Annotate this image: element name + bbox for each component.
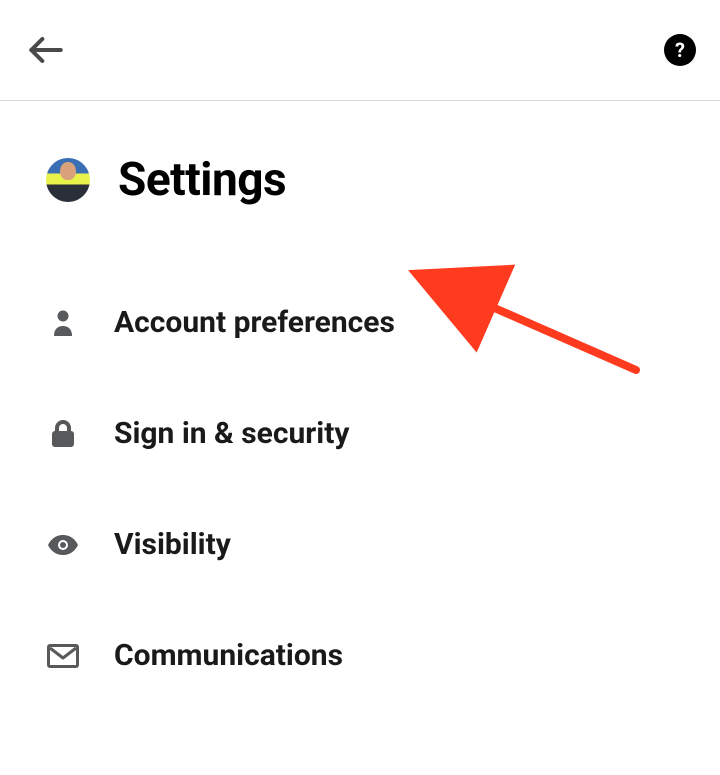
help-icon[interactable]: ? — [664, 34, 696, 66]
menu-label: Visibility — [114, 527, 231, 562]
topbar: ? — [0, 0, 720, 101]
eye-icon — [46, 534, 80, 556]
menu-item-sign-in-security[interactable]: Sign in & security — [46, 378, 674, 489]
menu-label: Communications — [114, 638, 343, 673]
menu-item-communications[interactable]: Communications — [46, 600, 674, 711]
lock-icon — [46, 419, 80, 449]
menu-item-visibility[interactable]: Visibility — [46, 489, 674, 600]
avatar[interactable] — [46, 158, 90, 202]
page-heading-row: Settings — [46, 153, 674, 207]
person-icon — [46, 309, 80, 337]
menu-item-account-preferences[interactable]: Account preferences — [46, 267, 674, 378]
back-arrow-icon[interactable] — [24, 28, 68, 72]
menu-label: Account preferences — [114, 305, 395, 340]
page-title: Settings — [118, 153, 286, 207]
settings-content: Settings Account preferences Sign in & s… — [0, 101, 720, 711]
menu-label: Sign in & security — [114, 416, 349, 451]
mail-icon — [46, 644, 80, 668]
